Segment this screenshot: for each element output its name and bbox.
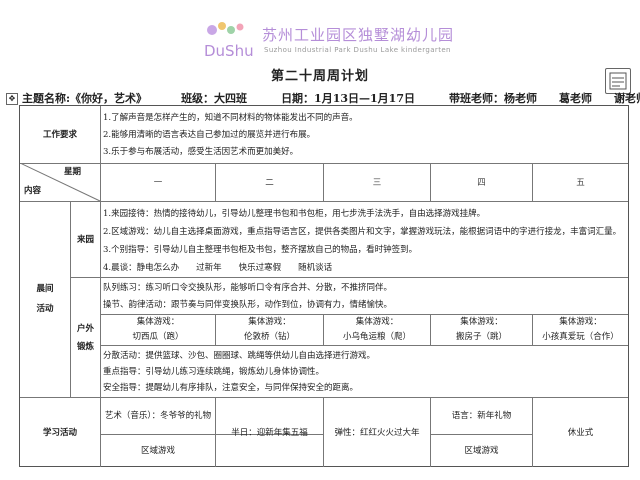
game-label: 集体游戏：: [136, 317, 180, 327]
game-name: 小乌龟运粮（爬）: [342, 332, 411, 342]
school-logo: DuShu 苏州工业园区独墅湖幼儿园 Suzhou Industrial Par…: [198, 20, 468, 64]
game-name: 切西瓜（跑）: [132, 332, 184, 342]
week-label: 星期: [64, 167, 82, 177]
day-tuesday: 二: [265, 177, 274, 188]
arrival-line-1: 1.来园接待：热情的接待幼儿，引导幼儿整理书包和书包柜，用七步洗手法洗手，自由选…: [103, 209, 486, 219]
date-range: 日期：1月13日—1月17日: [281, 92, 415, 105]
game-name: 搬房子（跳）: [455, 332, 507, 342]
logo-mark-icon: DuShu: [204, 22, 254, 60]
learning-monday-top: 艺术（音乐）：冬爷爷的礼物: [104, 411, 212, 421]
day-monday: 一: [153, 177, 163, 188]
plan-info-row: ✥ 主题名称:《你好，艺术》 班级：大四班 日期：1月13日—1月17日 带班老师：杨老…: [6, 90, 640, 106]
game-tuesday: 集体游戏： 伦敦桥（钻）: [216, 315, 323, 345]
logo-mark-text: DuShu: [204, 42, 254, 60]
outdoor-bottom-content: 分散活动：提供篮球、沙包、圈圈球、跳绳等供幼儿自由选择进行游戏。 重点指导：引导…: [103, 348, 627, 397]
day-wednesday: 三: [372, 177, 382, 188]
game-label: 集体游戏：: [559, 317, 602, 327]
learning-tuesday: 半日：迎新年集五福: [231, 427, 308, 438]
theme-name: 主题名称:《你好，艺术》: [22, 92, 148, 105]
outdoor-line-4: 重点指导：引导幼儿练习连续跳绳，锻炼幼儿身体协调性。: [103, 367, 325, 377]
game-label: 集体游戏：: [355, 317, 399, 327]
table-move-handle-icon[interactable]: ✥: [6, 93, 18, 105]
teacher-1: 带班老师：杨老师: [449, 92, 537, 105]
school-name-en: Suzhou Industrial Park Dushu Lake kinder…: [264, 46, 451, 54]
outdoor-label-bottom: 锻炼: [76, 341, 94, 352]
game-wednesday: 集体游戏： 小乌龟运粮（爬）: [324, 315, 430, 345]
requirement-item-3: 3.乐于参与布展活动，感受生活因艺术而更加美好。: [103, 147, 299, 157]
class-name: 班级：大四班: [181, 92, 248, 105]
content-label: 内容: [24, 186, 42, 196]
arrival-line-4: 4.晨谈：静电怎么办 过新年 快乐过寒假 随机谈话: [103, 263, 333, 273]
requirement-item-2: 2.能够用清晰的语言表达自己参加过的展览并进行布展。: [103, 130, 316, 140]
learning-wednesday: 弹性：红红火火过大年: [334, 427, 420, 438]
school-name-cn: 苏州工业园区独墅湖幼儿园: [262, 26, 455, 44]
morning-activity-label: 晨间 活动: [20, 201, 70, 397]
teacher-2: 葛老师: [559, 92, 592, 105]
outdoor-top-content: 队列练习：练习听口令交换队形，能够听口令有序合并、分散，不推挤同伴。 操节、韵律…: [103, 280, 627, 314]
weekly-plan-table: 工作要求 1.了解声音是怎样产生的，知道不同材料的物体能发出不同的声音。 2.能…: [19, 105, 629, 467]
outdoor-line-5: 安全指导：提醒幼儿有序排队，注意安全，与同伴保持安全的距离。: [103, 383, 359, 393]
arrival-line-2: 2.区域游戏：幼儿自主选择桌面游戏，重点指导语言区，提供各类图片和文字，掌握游戏…: [103, 227, 622, 237]
game-thursday: 集体游戏： 搬房子（跳）: [431, 315, 532, 345]
outdoor-line-1: 队列练习：练习听口令交换队形，能够听口令有序合并、分散，不推挤同伴。: [103, 283, 393, 293]
learning-label: 学习活动: [42, 427, 77, 438]
outdoor-label: 户外 锻炼: [71, 278, 100, 397]
game-name: 小孩真爱玩（合作）: [542, 332, 619, 342]
morning-label-top: 晨间: [36, 284, 54, 294]
arrival-line-3: 3.个别指导：引导幼儿自主整理书包柜及书包，整齐摆放自己的物品，看时钟签到。: [103, 245, 418, 255]
requirements-label: 工作要求: [42, 129, 77, 140]
learning-thursday-top: 语言：新年礼物: [451, 411, 512, 421]
outdoor-label-top: 户外: [76, 323, 94, 334]
day-friday: 五: [576, 177, 585, 188]
outdoor-line-3: 分散活动：提供篮球、沙包、圈圈球、跳绳等供幼儿自由选择进行游戏。: [103, 351, 376, 361]
arrival-label: 来园: [76, 234, 94, 245]
game-label: 集体游戏：: [460, 317, 503, 327]
morning-label-bottom: 活动: [36, 304, 54, 314]
requirements-list: 1.了解声音是怎样产生的，知道不同材料的物体能发出不同的声音。 2.能够用清晰的…: [103, 110, 625, 162]
game-friday: 集体游戏： 小孩真爱玩（合作）: [533, 315, 628, 345]
outdoor-line-2: 操节、韵律活动：跟节奏与同伴变换队形，动作到位，协调有力，情绪愉快。: [103, 300, 393, 310]
game-label: 集体游戏：: [248, 317, 291, 327]
game-name: 伦敦桥（钻）: [243, 332, 295, 342]
arrival-content: 1.来园接待：热情的接待幼儿，引导幼儿整理书包和书包柜，用七步洗手法洗手，自由选…: [103, 205, 627, 277]
learning-monday-bottom: 区域游戏: [140, 446, 175, 456]
plan-title: 第二十周周计划: [270, 69, 369, 84]
game-monday: 集体游戏： 切西瓜（跑）: [101, 315, 215, 345]
learning-thursday-bottom: 区域游戏: [464, 446, 499, 456]
day-thursday: 四: [477, 177, 486, 188]
learning-friday: 休业式: [567, 427, 594, 438]
requirement-item-1: 1.了解声音是怎样产生的，知道不同材料的物体能发出不同的声音。: [103, 113, 358, 123]
teacher-3: 谢老师: [614, 92, 640, 105]
